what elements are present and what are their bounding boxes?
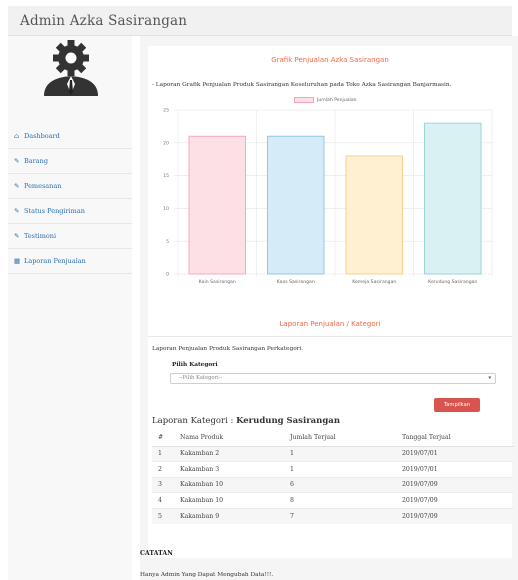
y-tick-label: 25 xyxy=(163,108,169,114)
cell-date: 2019/07/09 xyxy=(396,507,514,524)
category-field-label: Pilih Kategori xyxy=(172,362,218,368)
bar-4 xyxy=(424,122,482,275)
edit-icon: ✎ xyxy=(14,232,20,240)
sidebar-item-label: Status Pengiriman xyxy=(24,207,85,215)
cell-quantity: 6 xyxy=(284,476,396,493)
x-tick-label: Kaos Sasirangan xyxy=(277,279,315,285)
sidebar-item-label: Dashboard xyxy=(24,132,60,140)
y-tick-label: 5 xyxy=(166,239,169,245)
x-tick-label: Kemeja Sasirangan xyxy=(352,279,396,285)
column-header-number: # xyxy=(152,430,174,447)
cell-product: Kakamban 10 xyxy=(174,492,284,509)
bar-2 xyxy=(267,135,325,275)
edit-icon: ✎ xyxy=(14,207,20,215)
chart-description: - Laporan Grafik Penjualan Produk Sasira… xyxy=(152,82,452,88)
sidebar-item-label: Pemesanan xyxy=(24,182,62,190)
cell-date: 2019/07/09 xyxy=(396,476,514,493)
column-header-quantity: Jumlah Terjual xyxy=(284,430,396,447)
sidebar-item-laporan-penjualan[interactable]: ▦ Laporan Penjualan xyxy=(8,249,132,274)
y-tick-label: 10 xyxy=(163,206,169,212)
sidebar-item-dashboard[interactable]: ⌂ Dashboard xyxy=(8,124,132,149)
edit-icon: ✎ xyxy=(14,182,20,190)
sidebar-item-label: Barang xyxy=(24,157,48,165)
cell-date: 2019/07/09 xyxy=(396,492,514,509)
section-divider xyxy=(148,336,512,337)
cell-product: Kakamban 3 xyxy=(174,461,284,478)
y-tick-label: 20 xyxy=(163,140,169,146)
cell-product: Kakamban 9 xyxy=(174,507,284,524)
cell-product: Kakamban 2 xyxy=(174,445,284,462)
chart-title: Grafik Penjualan Azka Sasirangan xyxy=(271,56,389,64)
table-row: 4 Kakamban 10 8 2019/07/09 xyxy=(152,492,514,509)
sidebar-nav: ⌂ Dashboard ✎ Barang ✎ Pemesanan ✎ Statu… xyxy=(8,124,132,274)
sidebar-item-label: Testimoni xyxy=(24,232,57,240)
notes-text: Hanya Admin Yang Dapat Mengubah Data!!!. xyxy=(140,572,274,578)
table-row: 3 Kakamban 10 6 2019/07/09 xyxy=(152,476,514,493)
cell-number: 2 xyxy=(152,461,174,478)
table-row: 5 Kakamban 9 7 2019/07/09 xyxy=(152,507,514,524)
notes-title: CATATAN xyxy=(140,550,173,557)
cell-date: 2019/07/01 xyxy=(396,461,514,478)
report-title-prefix: Laporan Kategori : xyxy=(152,416,237,426)
y-tick-label: 0 xyxy=(166,272,169,278)
cell-product: Kakamban 10 xyxy=(174,476,284,493)
cell-quantity: 8 xyxy=(284,492,396,509)
home-icon: ⌂ xyxy=(14,132,19,140)
user-avatar-icon xyxy=(36,40,106,96)
category-section-title: Laporan Penjualan / Kategori xyxy=(279,320,381,328)
sales-table: # Nama Produk Jumlah Terjual Tanggal Ter… xyxy=(152,430,514,524)
edit-icon: ✎ xyxy=(14,157,20,165)
cell-quantity: 7 xyxy=(284,507,396,524)
category-select[interactable]: --Pilih Kategori-- ▾ xyxy=(170,373,496,384)
content-panel: Grafik Penjualan Azka Sasirangan - Lapor… xyxy=(148,46,514,558)
cell-quantity: 1 xyxy=(284,461,396,478)
sales-bar-chart: 0 5 10 15 20 25 Kain Sasirangan Kaos Sasirangan… xyxy=(163,108,493,285)
sidebar-item-testimoni[interactable]: ✎ Testimoni xyxy=(8,224,132,249)
table-row: 2 Kakamban 3 1 2019/07/01 xyxy=(152,461,514,478)
category-section-description: Laporan Penjualan Produk Sasirangan Perk… xyxy=(152,346,304,352)
table-header-row: # Nama Produk Jumlah Terjual Tanggal Ter… xyxy=(152,430,514,447)
cell-quantity: 1 xyxy=(284,445,396,462)
main-content: Grafik Penjualan Azka Sasirangan - Lapor… xyxy=(140,36,518,580)
category-select-value: --Pilih Kategori-- xyxy=(179,375,223,381)
cell-number: 3 xyxy=(152,476,174,493)
sidebar-item-pemesanan[interactable]: ✎ Pemesanan xyxy=(8,174,132,199)
app-brand[interactable]: Admin Azka Sasirangan xyxy=(20,13,187,29)
y-tick-label: 15 xyxy=(163,173,169,179)
x-tick-label: Kerudung Sasirangan xyxy=(428,279,477,285)
cell-number: 1 xyxy=(152,445,174,462)
sidebar-item-label: Laporan Penjualan xyxy=(24,257,86,265)
bar-1 xyxy=(188,135,246,275)
show-report-button[interactable]: Tampilkan xyxy=(434,398,480,412)
sidebar: ⌂ Dashboard ✎ Barang ✎ Pemesanan ✎ Statu… xyxy=(8,36,132,580)
top-navbar: Admin Azka Sasirangan xyxy=(8,6,512,36)
column-header-product: Nama Produk xyxy=(174,430,284,447)
table-row: 1 Kakamban 2 1 2019/07/01 xyxy=(152,445,514,462)
bar-3 xyxy=(345,155,403,275)
report-title: Laporan Kategori : Kerudung Sasirangan xyxy=(152,416,340,426)
sidebar-item-barang[interactable]: ✎ Barang xyxy=(8,149,132,174)
chevron-down-icon: ▾ xyxy=(488,375,491,381)
sidebar-item-status-pengiriman[interactable]: ✎ Status Pengiriman xyxy=(8,199,132,224)
report-category: Kerudung Sasirangan xyxy=(236,416,340,426)
x-tick-label: Kain Sasirangan xyxy=(199,279,236,285)
cell-number: 4 xyxy=(152,492,174,509)
cell-date: 2019/07/01 xyxy=(396,445,514,462)
cell-number: 5 xyxy=(152,507,174,524)
column-header-date: Tanggal Terjual xyxy=(396,430,514,447)
table-icon: ▦ xyxy=(14,257,21,265)
